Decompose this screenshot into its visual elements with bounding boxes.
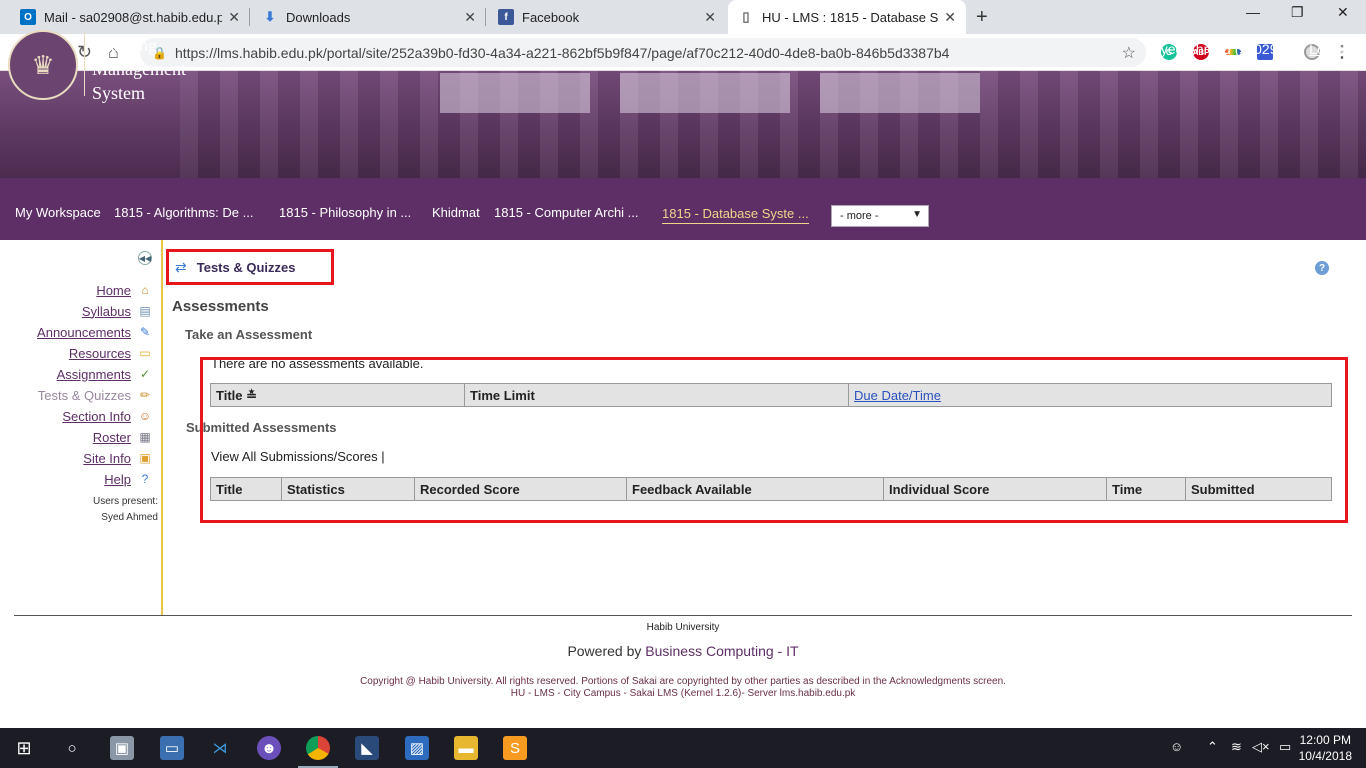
minimize-button[interactable]: — <box>1246 4 1260 20</box>
mysql-workbench-icon[interactable]: ◣ <box>355 736 379 760</box>
more-sites-select[interactable]: - more - ▼ <box>831 205 929 227</box>
github-desktop-icon[interactable]: ☻ <box>257 736 281 760</box>
tool-title: Tests & Quizzes <box>196 259 296 275</box>
language-icon[interactable]: ▭ <box>1279 739 1291 755</box>
highlight-annotation-box <box>200 357 1348 523</box>
footer-divider <box>14 615 1352 616</box>
users-present: Users present: Syed Ahmed <box>93 494 158 526</box>
tool-home[interactable]: Home ⌂ <box>96 282 153 298</box>
close-icon[interactable]: ✕ <box>944 9 956 26</box>
tab-downloads[interactable]: ⬇ Downloads ✕ <box>252 0 486 34</box>
roster-icon: ▦ <box>139 430 151 444</box>
footer-powered-by: Powered by Business Computing - IT <box>567 643 799 659</box>
chevron-up-icon[interactable]: ⌃ <box>1207 739 1218 755</box>
facebook-icon: f <box>498 9 514 25</box>
logout-link[interactable]: Logout <box>1309 41 1352 57</box>
lms-banner <box>0 71 1366 178</box>
lms-logo-text: Learning Management System <box>92 35 186 103</box>
university-seal-logo[interactable]: ♛ <box>8 30 78 100</box>
browser-tab-strip: O Mail - sa02908@st.habib.edu.pk ✕ ⬇ Dow… <box>0 0 1366 34</box>
folder-icon: ▭ <box>139 346 151 360</box>
download-icon: ⬇ <box>264 9 276 24</box>
site-computer-architecture[interactable]: 1815 - Computer Archi ... <box>494 205 639 220</box>
tool-section-info[interactable]: Section Info ☺ <box>62 408 153 424</box>
tool-roster[interactable]: Roster ▦ <box>93 429 153 445</box>
footer-server-info: HU - LMS - City Campus - Sakai LMS (Kern… <box>510 688 856 699</box>
present-user: Syed Ahmed <box>101 512 158 523</box>
bookmark-star-icon[interactable]: ☆ <box>1122 43 1136 63</box>
file-explorer-icon[interactable]: ▬ <box>454 736 478 760</box>
os-taskbar: ⊞ ○ ▣ ▭ ⋊ ☻ ◣ ▨ ▬ S ☺ ⌃ ≋ ◁× ▭ 12:00 PM … <box>0 728 1366 768</box>
photos-icon[interactable]: ▨ <box>405 736 429 760</box>
help-icon: ? <box>141 472 149 486</box>
site-algorithms[interactable]: 1815 - Algorithms: De ... <box>114 205 253 220</box>
sublime-text-icon[interactable]: S <box>503 736 527 760</box>
tab-mail[interactable]: O Mail - sa02908@st.habib.edu.pk ✕ <box>10 0 250 34</box>
tool-syllabus[interactable]: Syllabus ▤ <box>82 303 153 319</box>
syllabus-icon: ▤ <box>139 304 151 318</box>
remote-desktop-icon[interactable]: ▭ <box>160 736 184 760</box>
close-icon[interactable]: ✕ <box>704 9 716 26</box>
search-icon[interactable]: ○ <box>60 736 84 760</box>
page-title: Assessments <box>172 298 269 315</box>
url-bar[interactable]: 🔒 https://lms.habib.edu.pk/portal/site/2… <box>140 38 1146 67</box>
url-text: https://lms.habib.edu.pk/portal/site/252… <box>174 44 950 61</box>
computer-app-icon[interactable]: ▣ <box>110 736 134 760</box>
site-philosophy[interactable]: 1815 - Philosophy in ... <box>279 205 411 220</box>
close-icon[interactable]: ✕ <box>464 9 476 26</box>
tool-site-info[interactable]: Site Info ▣ <box>83 450 153 466</box>
home-icon: ⌂ <box>141 283 149 297</box>
tool-assignments[interactable]: Assignments ✓ <box>57 366 153 382</box>
outlook-icon: O <box>20 9 36 25</box>
maximize-button[interactable]: ❐ <box>1291 4 1304 21</box>
wifi-icon[interactable]: ≋ <box>1231 739 1242 755</box>
site-khidmat[interactable]: Khidmat <box>432 205 480 220</box>
vscode-icon[interactable]: ⋊ <box>208 736 232 760</box>
footer-institution: Habib University <box>646 622 720 633</box>
site-info-icon: ▣ <box>139 451 151 465</box>
tool-announcements[interactable]: Announcements ✎ <box>37 324 153 340</box>
assignment-icon: ✓ <box>139 367 151 381</box>
user-login-box: Syed Ahmed (sa02908) | Logout <box>1151 41 1352 57</box>
close-icon[interactable]: ✕ <box>228 9 240 26</box>
site-my-workspace[interactable]: My Workspace <box>15 205 101 220</box>
tab-facebook[interactable]: f Facebook ✕ <box>488 0 726 34</box>
reset-tool-icon[interactable]: ⇄ <box>175 259 187 276</box>
tool-resources[interactable]: Resources ▭ <box>69 345 153 361</box>
tool-help[interactable]: Help ? <box>104 471 153 487</box>
people-icon: ☺ <box>138 409 152 423</box>
chrome-icon[interactable] <box>306 736 330 760</box>
people-icon[interactable]: ☺ <box>1170 739 1183 754</box>
new-tab-button[interactable]: + <box>976 6 988 29</box>
volume-muted-icon[interactable]: ◁× <box>1252 739 1270 755</box>
help-icon[interactable]: ? <box>1315 261 1329 275</box>
take-assessment-heading: Take an Assessment <box>185 327 313 342</box>
footer-copyright: Copyright @ Habib University. All rights… <box>0 676 1366 700</box>
dropdown-arrow-icon: ▼ <box>912 209 922 220</box>
pencil-icon: ✏ <box>139 388 151 402</box>
page-icon: ▯ <box>742 9 750 24</box>
tool-tests-quizzes[interactable]: Tests & Quizzes ✏ <box>38 387 153 403</box>
tab-lms[interactable]: ▯ HU - LMS : 1815 - Database Syste ✕ <box>728 0 966 34</box>
site-database-systems[interactable]: 1815 - Database Syste ... <box>662 206 809 224</box>
window-close-button[interactable]: ✕ <box>1337 4 1349 21</box>
megaphone-icon: ✎ <box>139 325 151 339</box>
logo-divider <box>84 32 85 96</box>
tool-title-bar: ⇄ Tests & Quizzes <box>166 249 334 285</box>
collapse-menu-icon[interactable]: ◀◀ <box>138 251 152 265</box>
windows-start-icon[interactable]: ⊞ <box>12 736 36 760</box>
system-clock[interactable]: 12:00 PM 10/4/2018 <box>1299 732 1352 764</box>
user-name: Syed Ahmed (sa02908) <box>1151 41 1298 57</box>
